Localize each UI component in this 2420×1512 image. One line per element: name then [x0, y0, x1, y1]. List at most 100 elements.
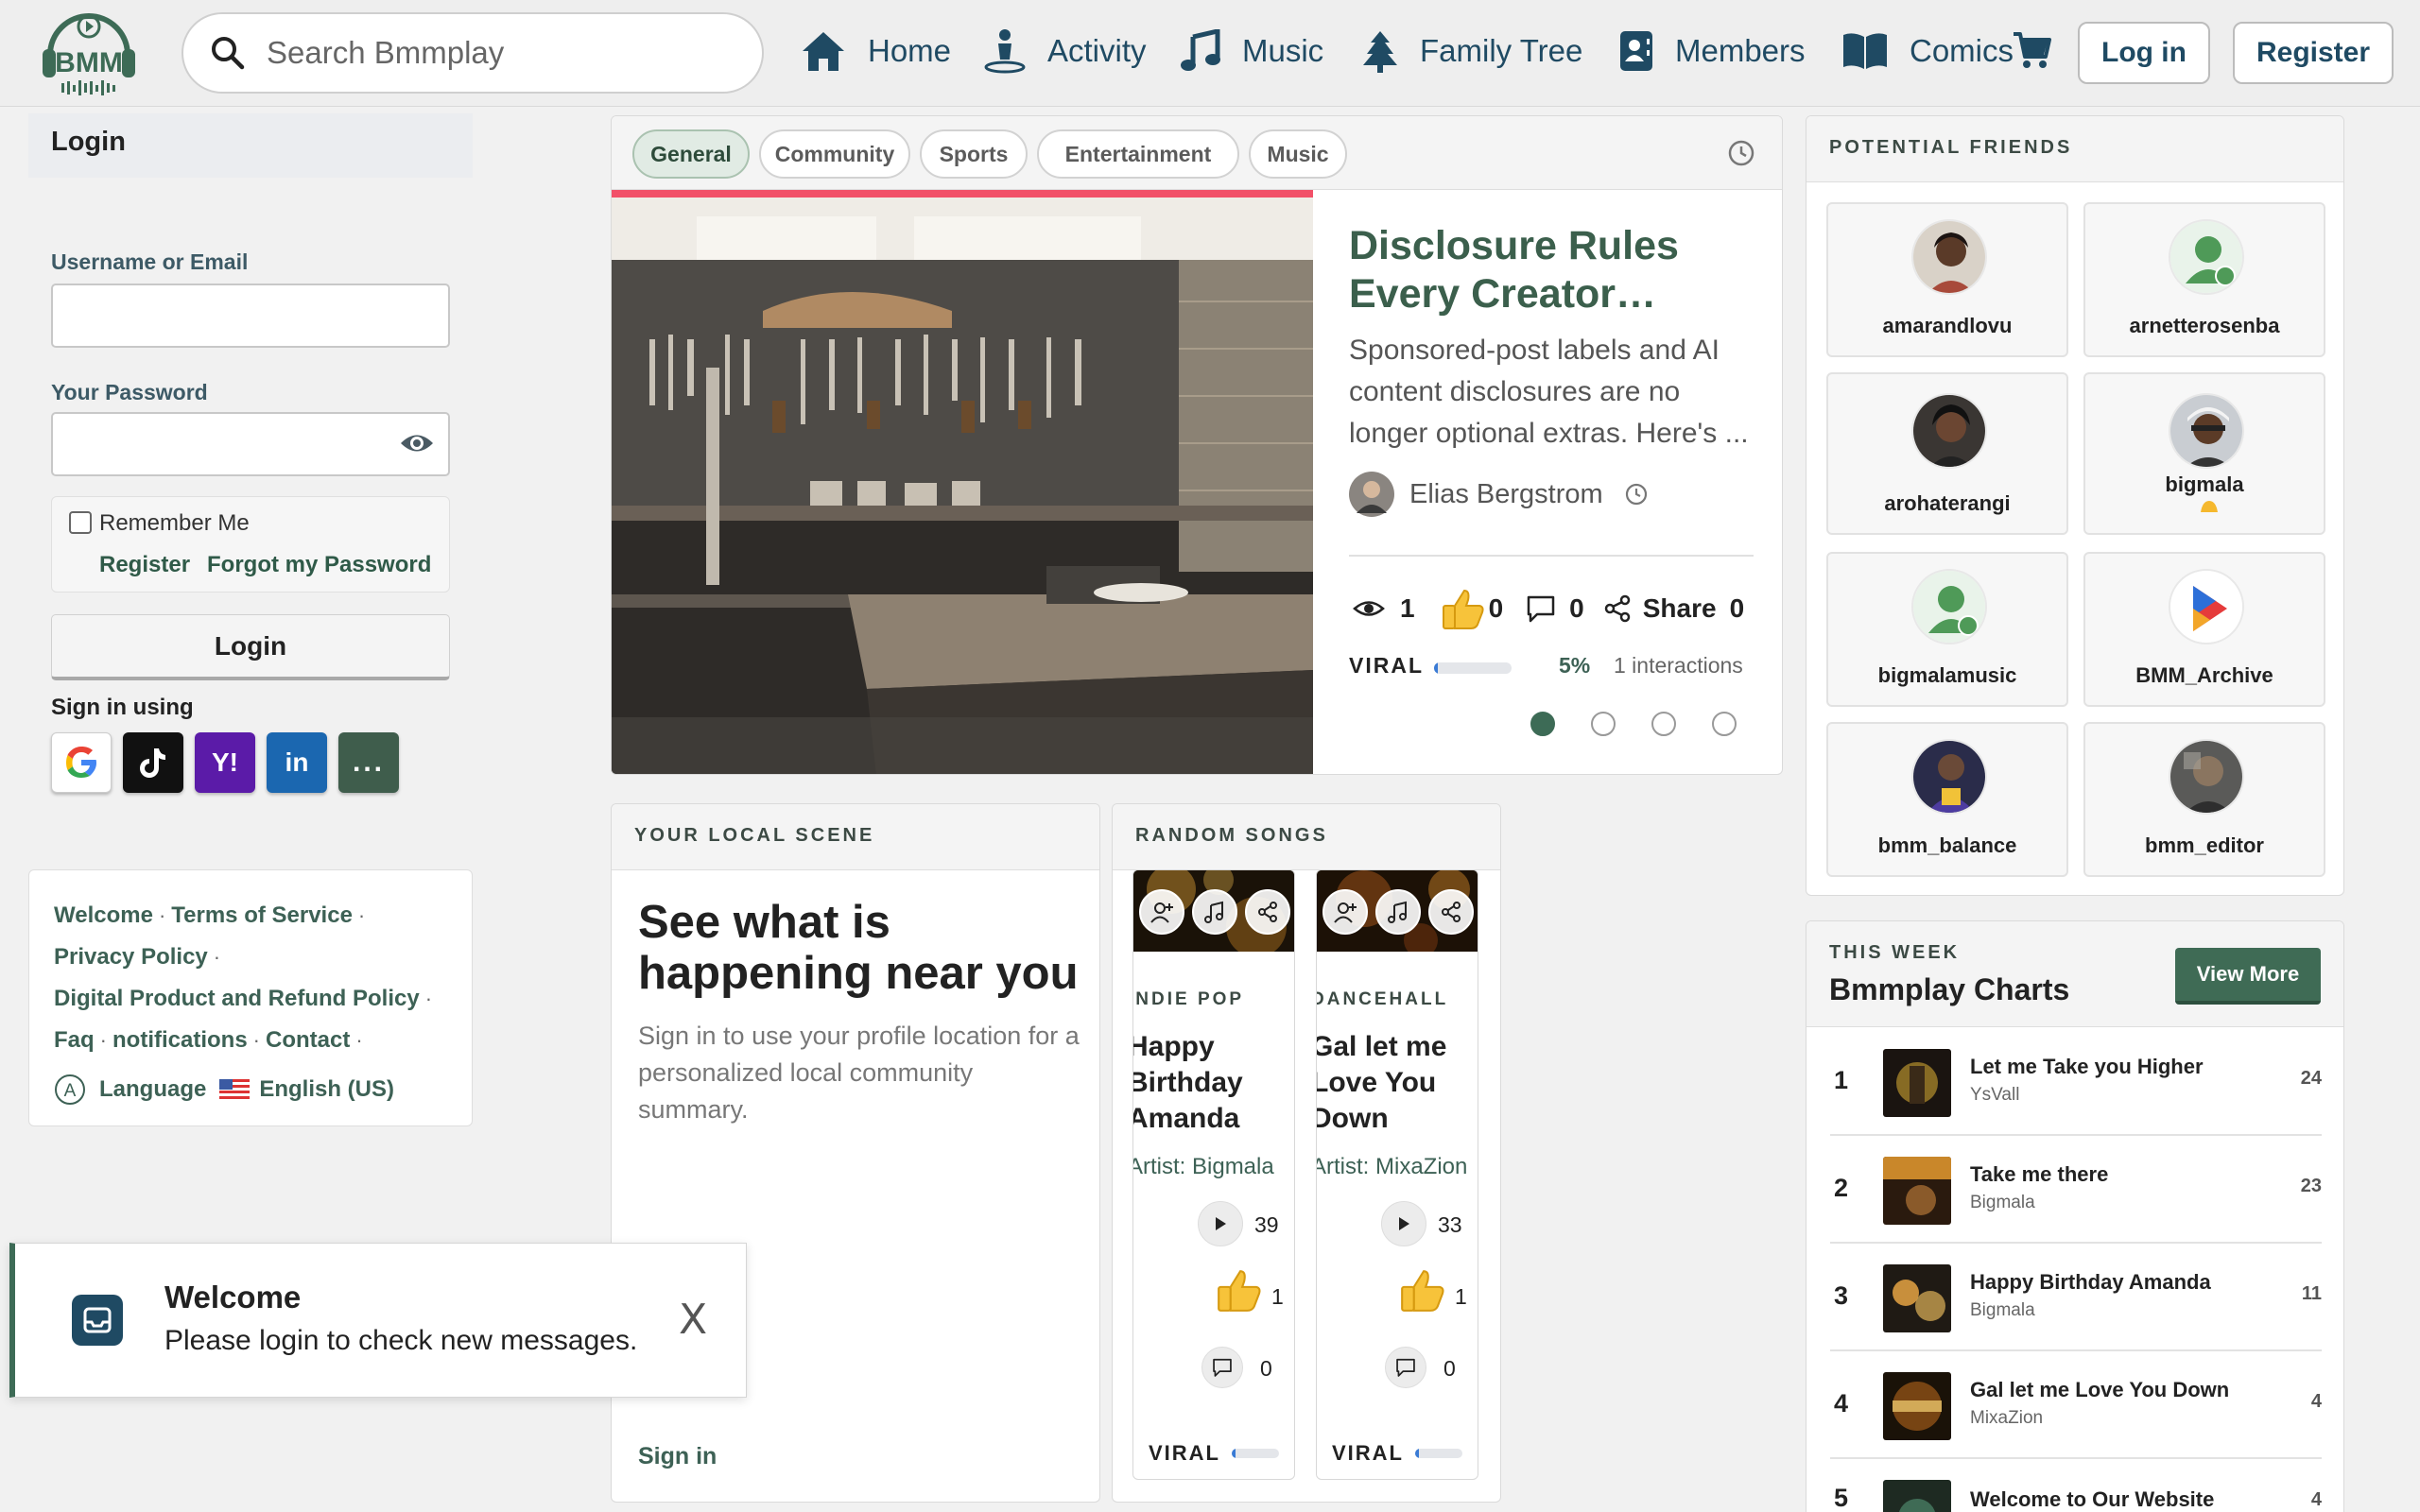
friend-card[interactable]: BMM_Archive — [2083, 552, 2325, 707]
play-count: 39 — [1254, 1212, 1279, 1237]
close-icon[interactable]: X — [679, 1296, 707, 1344]
local-scene-heading: See what is happening near you — [638, 897, 1079, 999]
footer-link-refund-policy[interactable]: Digital Product and Refund Policy — [54, 986, 420, 1012]
song-title[interactable]: Happy Birthday Amanda — [1133, 1029, 1294, 1137]
login-submit-button[interactable]: Login — [51, 614, 450, 680]
nav-comics[interactable]: Comics — [1841, 21, 2014, 81]
music-note-icon[interactable] — [1192, 889, 1237, 935]
tab-entertainment[interactable]: Entertainment — [1037, 129, 1239, 179]
nav-family-tree[interactable]: Family Tree — [1361, 21, 1582, 81]
song-artist[interactable]: Artist: MixaZion — [1317, 1154, 1467, 1180]
bmm-logo[interactable]: BMM — [33, 2, 145, 100]
play-button[interactable] — [1198, 1201, 1243, 1246]
footer-link-notifications[interactable]: notifications — [112, 1027, 248, 1054]
song-title[interactable]: Gal let me Love You Down — [1317, 1029, 1478, 1137]
login-button[interactable]: Log in — [2078, 22, 2210, 84]
cart-icon[interactable] — [2012, 30, 2051, 70]
footer-link-welcome[interactable]: Welcome — [54, 902, 153, 929]
viral-progress-fill — [1415, 1449, 1419, 1458]
friend-name: bigmalamusic — [1877, 663, 2017, 687]
chart-row[interactable]: 2 Take me there Bigmala 23 — [1830, 1138, 2322, 1244]
featured-image[interactable] — [612, 198, 1313, 774]
tab-music[interactable]: Music — [1249, 129, 1347, 179]
follow-artist-icon[interactable] — [1139, 889, 1184, 935]
like-thumb-icon[interactable] — [1215, 1267, 1262, 1313]
comment-icon[interactable] — [1201, 1347, 1243, 1388]
featured-author[interactable]: Elias Bergstrom — [1349, 472, 1649, 517]
chart-row[interactable]: 5 Welcome to Our Website 4 — [1830, 1461, 2322, 1512]
language-selector[interactable]: A Language English (US) — [54, 1069, 447, 1110]
comment-icon[interactable] — [1526, 594, 1556, 623]
friend-card[interactable]: bmm_balance — [1826, 722, 2068, 877]
tiktok-signin-button[interactable] — [123, 732, 183, 793]
like-thumb-icon[interactable] — [1398, 1267, 1445, 1313]
chart-row[interactable]: 1 Let me Take you Higher YsVall 24 — [1830, 1030, 2322, 1136]
register-link[interactable]: Register — [99, 552, 190, 578]
tab-community[interactable]: Community — [759, 129, 910, 179]
username-label: Username or Email — [51, 249, 249, 274]
carousel-dot-2[interactable] — [1591, 712, 1616, 736]
share-label[interactable]: Share — [1643, 593, 1717, 624]
search-input[interactable]: Search Bmmplay — [267, 35, 504, 71]
username-field[interactable] — [51, 284, 450, 348]
friend-name: bmm_editor — [2145, 833, 2264, 857]
viral-progress-fill — [1434, 662, 1439, 674]
forgot-password-link[interactable]: Forgot my Password — [207, 552, 431, 578]
local-scene-signin-link[interactable]: Sign in — [638, 1443, 717, 1470]
nav-activity[interactable]: Activity — [983, 21, 1147, 81]
remember-me-checkbox[interactable] — [69, 511, 92, 534]
views-count: 1 — [1400, 593, 1415, 623]
nav-music[interactable]: Music — [1180, 21, 1323, 81]
featured-title[interactable]: Disclosure Rules Every Creator… — [1349, 222, 1765, 318]
nav-members[interactable]: Members — [1618, 21, 1806, 81]
google-signin-button[interactable] — [51, 732, 112, 793]
song-card[interactable]: DANCEHALL Gal let me Love You Down Artis… — [1316, 869, 1478, 1480]
google-icon — [60, 742, 102, 783]
share-icon[interactable] — [1245, 889, 1290, 935]
tab-general[interactable]: General — [632, 129, 750, 179]
like-thumb-icon[interactable] — [1440, 587, 1485, 630]
share-icon[interactable] — [1428, 889, 1474, 935]
history-clock-icon[interactable] — [1727, 139, 1755, 167]
password-field[interactable] — [51, 412, 450, 476]
follow-artist-icon[interactable] — [1322, 889, 1368, 935]
carousel-dot-1[interactable] — [1530, 712, 1555, 736]
us-flag-icon — [219, 1079, 251, 1100]
friend-card[interactable]: amarandlovu — [1826, 202, 2068, 357]
search-bar[interactable]: Search Bmmplay — [182, 12, 764, 94]
footer-link-terms[interactable]: Terms of Service — [171, 902, 353, 929]
viral-label: VIRAL — [1332, 1441, 1404, 1465]
footer-link-privacy[interactable]: Privacy Policy — [54, 944, 208, 971]
footer-link-contact[interactable]: Contact — [266, 1027, 350, 1054]
show-password-eye-icon[interactable] — [399, 427, 435, 459]
friend-card[interactable]: bigmala — [2083, 372, 2325, 535]
viral-percent: 5% — [1559, 653, 1591, 678]
carousel-dot-3[interactable] — [1651, 712, 1676, 736]
music-note-icon[interactable] — [1375, 889, 1421, 935]
more-signin-options-button[interactable]: ... — [338, 732, 399, 793]
play-button[interactable] — [1381, 1201, 1426, 1246]
chart-row[interactable]: 4 Gal let me Love You Down MixaZion 4 — [1830, 1353, 2322, 1459]
badge-icon — [2199, 499, 2220, 514]
share-icon[interactable] — [1603, 594, 1632, 623]
song-artist[interactable]: Artist: Bigmala — [1133, 1154, 1274, 1180]
friend-card[interactable]: arnetterosenba — [2083, 202, 2325, 357]
friend-card[interactable]: bmm_editor — [2083, 722, 2325, 877]
comment-icon[interactable] — [1385, 1347, 1426, 1388]
chart-row[interactable]: 3 Happy Birthday Amanda Bigmala 11 — [1830, 1246, 2322, 1351]
friend-name: arohaterangi — [1884, 491, 2011, 515]
carousel-dot-4[interactable] — [1712, 712, 1737, 736]
tiktok-icon — [139, 747, 167, 779]
footer-link-faq[interactable]: Faq — [54, 1027, 95, 1054]
song-card[interactable]: INDIE POP Happy Birthday Amanda Artist: … — [1132, 869, 1295, 1480]
likes-count: 0 — [1488, 593, 1504, 623]
yahoo-signin-button[interactable]: Y! — [195, 732, 255, 793]
register-button[interactable]: Register — [2233, 22, 2394, 84]
linkedin-signin-button[interactable]: in — [267, 732, 327, 793]
shares-count: 0 — [1729, 593, 1745, 623]
friend-card[interactable]: arohaterangi — [1826, 372, 2068, 535]
friend-card[interactable]: bigmalamusic — [1826, 552, 2068, 707]
nav-home[interactable]: Home — [800, 21, 951, 81]
tab-sports[interactable]: Sports — [920, 129, 1028, 179]
view-more-button[interactable]: View More — [2175, 948, 2321, 1005]
